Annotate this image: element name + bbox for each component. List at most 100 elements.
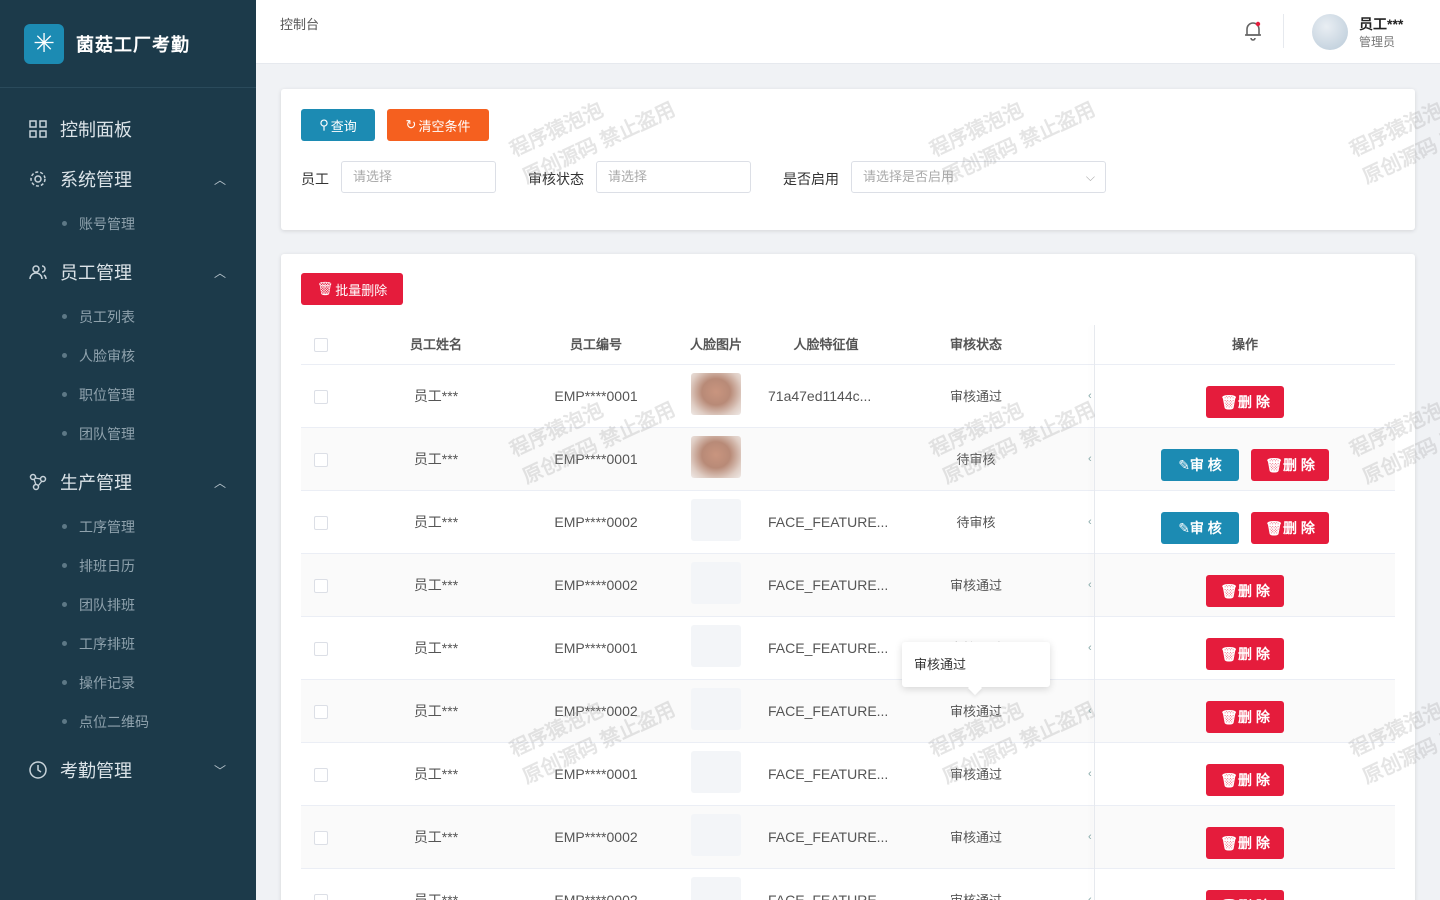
avatar[interactable] bbox=[1312, 14, 1348, 50]
row-checkbox[interactable] bbox=[314, 705, 328, 719]
face-thumbnail[interactable] bbox=[691, 373, 741, 415]
bullet-icon bbox=[62, 392, 67, 397]
table-panel: 🗑 批量删除 员工姓名 员工编号 人脸图片 人脸特征值 审核状态 操作 员工**… bbox=[281, 254, 1415, 900]
delete-button[interactable]: 🗑删 除 bbox=[1206, 575, 1284, 607]
face-thumbnail[interactable] bbox=[691, 562, 741, 604]
sidebar-item-1[interactable]: 系统管理 ︿ bbox=[0, 154, 256, 204]
delete-button[interactable]: 🗑删 除 bbox=[1206, 764, 1284, 796]
cell-feature bbox=[766, 428, 886, 491]
clear-button[interactable]: ↻ 清空条件 bbox=[387, 109, 489, 141]
user-name[interactable]: 员工*** bbox=[1359, 14, 1403, 34]
row-checkbox[interactable] bbox=[314, 453, 328, 467]
sidebar-subitem-2-3[interactable]: 团队管理 bbox=[0, 414, 256, 453]
col-code: 员工编号 bbox=[569, 337, 622, 352]
filter-panel: ⚲ 查询 ↻ 清空条件 员工 请选择 审核状态 请选择 是否启用 请选择是否启用… bbox=[281, 89, 1415, 230]
chevron-left-icon[interactable]: ‹ bbox=[1088, 705, 1092, 717]
delete-button[interactable]: 🗑删 除 bbox=[1206, 827, 1284, 859]
top-header: 控制台 员工*** 管理员 bbox=[256, 0, 1440, 64]
search-button[interactable]: ⚲ 查询 bbox=[301, 109, 375, 141]
sidebar-subitem-2-1[interactable]: 人脸审核 bbox=[0, 336, 256, 375]
bulk-delete-button[interactable]: 🗑 批量删除 bbox=[301, 273, 403, 305]
audit-button[interactable]: ✎ 审 核 bbox=[1161, 449, 1239, 481]
chevron-left-icon[interactable]: ‹ bbox=[1088, 579, 1092, 591]
employee-label: 员工 bbox=[301, 171, 329, 187]
row-checkbox[interactable] bbox=[314, 768, 328, 782]
chevron-left-icon[interactable]: ‹ bbox=[1088, 453, 1092, 465]
sidebar-subitem-3-0[interactable]: 工序管理 bbox=[0, 507, 256, 546]
sidebar-subitem-2-0[interactable]: 员工列表 bbox=[0, 297, 256, 336]
face-thumbnail[interactable] bbox=[691, 625, 741, 667]
chevron-left-icon[interactable]: ‹ bbox=[1088, 768, 1092, 780]
breadcrumb[interactable]: 控制台 bbox=[280, 14, 319, 33]
enabled-select[interactable]: 请选择是否启用 ⌵ bbox=[851, 161, 1106, 193]
chevron-left-icon[interactable]: ‹ bbox=[1088, 831, 1092, 843]
trash-icon: 🗑 bbox=[1220, 582, 1238, 599]
row-checkbox[interactable] bbox=[314, 831, 328, 845]
row-checkbox[interactable] bbox=[314, 516, 328, 530]
chevron-left-icon[interactable]: ‹ bbox=[1088, 642, 1092, 654]
cell-feature: FACE_FEATURE... bbox=[768, 766, 889, 782]
sidebar-item-3[interactable]: 生产管理 ︿ bbox=[0, 457, 256, 507]
sidebar-subitem-3-5[interactable]: 点位二维码 bbox=[0, 702, 256, 741]
sidebar-subitem-1-0[interactable]: 账号管理 bbox=[0, 204, 256, 243]
delete-button[interactable]: 🗑删 除 bbox=[1206, 638, 1284, 670]
sidebar-item-label: 系统管理 bbox=[60, 170, 132, 190]
col-actions: 操作 bbox=[1231, 337, 1258, 352]
chevron-left-icon[interactable]: ‹ bbox=[1088, 894, 1092, 900]
chevron-left-icon[interactable]: ‹ bbox=[1088, 516, 1092, 528]
sidebar-subitem-label: 工序排班 bbox=[79, 635, 135, 652]
cell-feature: FACE_FEATURE... bbox=[768, 703, 889, 719]
brand: ✳ 菌菇工厂考勤 bbox=[0, 0, 256, 88]
sidebar-subitem-3-2[interactable]: 团队排班 bbox=[0, 585, 256, 624]
row-checkbox[interactable] bbox=[314, 894, 328, 900]
sidebar-item-2[interactable]: 员工管理 ︿ bbox=[0, 247, 256, 297]
employee-select[interactable]: 请选择 bbox=[341, 161, 496, 193]
cell-code: EMP****0002 bbox=[554, 703, 638, 719]
sidebar-item-4[interactable]: 考勤管理 ﹀ bbox=[0, 745, 256, 795]
row-checkbox[interactable] bbox=[314, 579, 328, 593]
chevron-left-icon[interactable]: ‹ bbox=[1088, 390, 1092, 402]
face-thumbnail[interactable] bbox=[691, 814, 741, 856]
delete-button[interactable]: 🗑删 除 bbox=[1251, 512, 1329, 544]
select-all-checkbox[interactable] bbox=[314, 338, 328, 352]
bullet-icon bbox=[62, 353, 67, 358]
delete-button-label: 删 除 bbox=[1237, 394, 1270, 410]
delete-button-label: 删 除 bbox=[1237, 835, 1270, 851]
cell-name: 员工*** bbox=[413, 451, 459, 467]
delete-button[interactable]: 🗑删 除 bbox=[1206, 701, 1284, 733]
status-select[interactable]: 请选择 bbox=[596, 161, 751, 193]
bell-icon[interactable] bbox=[1241, 18, 1265, 42]
face-thumbnail[interactable] bbox=[691, 751, 741, 793]
cell-status: 审核通过 bbox=[949, 389, 1002, 404]
delete-button[interactable]: 🗑删 除 bbox=[1251, 449, 1329, 481]
cell-name: 员工*** bbox=[413, 703, 459, 719]
face-thumbnail[interactable] bbox=[691, 436, 741, 478]
face-thumbnail[interactable] bbox=[691, 877, 741, 900]
delete-button[interactable]: 🗑删 除 bbox=[1206, 890, 1284, 900]
gear-icon bbox=[28, 169, 48, 189]
row-checkbox[interactable] bbox=[314, 390, 328, 404]
cell-name: 员工*** bbox=[413, 388, 459, 404]
delete-button-label: 删 除 bbox=[1237, 583, 1270, 599]
trash-icon: 🗑 bbox=[1220, 393, 1238, 410]
cell-feature: 71a47ed1144c... bbox=[768, 388, 872, 404]
cell-feature: FACE_FEATURE... bbox=[768, 577, 889, 593]
delete-button[interactable]: 🗑删 除 bbox=[1206, 386, 1284, 418]
face-thumbnail[interactable] bbox=[691, 499, 741, 541]
sidebar-subitem-label: 团队排班 bbox=[79, 596, 135, 613]
sidebar-subitem-2-2[interactable]: 职位管理 bbox=[0, 375, 256, 414]
bullet-icon bbox=[62, 641, 67, 646]
sidebar-subitem-3-4[interactable]: 操作记录 bbox=[0, 663, 256, 702]
cell-status: 审核通过 bbox=[949, 578, 1002, 593]
trash-icon: 🗑 bbox=[1220, 708, 1238, 725]
table-row: 员工***EMP****0001FACE_FEATURE...审核通过‹🗑删 除 bbox=[301, 743, 1395, 806]
table-row: 员工***EMP****0001FACE_FEATURE...审核通过‹🗑删 除 bbox=[301, 617, 1395, 680]
delete-button-label: 删 除 bbox=[1282, 457, 1315, 473]
row-checkbox[interactable] bbox=[314, 642, 328, 656]
sidebar-item-0[interactable]: 控制面板 bbox=[0, 104, 256, 154]
sidebar-subitem-3-1[interactable]: 排班日历 bbox=[0, 546, 256, 585]
sidebar-subitem-3-3[interactable]: 工序排班 bbox=[0, 624, 256, 663]
face-thumbnail[interactable] bbox=[691, 688, 741, 730]
trash-icon: 🗑 bbox=[1220, 771, 1238, 788]
audit-button[interactable]: ✎ 审 核 bbox=[1161, 512, 1239, 544]
